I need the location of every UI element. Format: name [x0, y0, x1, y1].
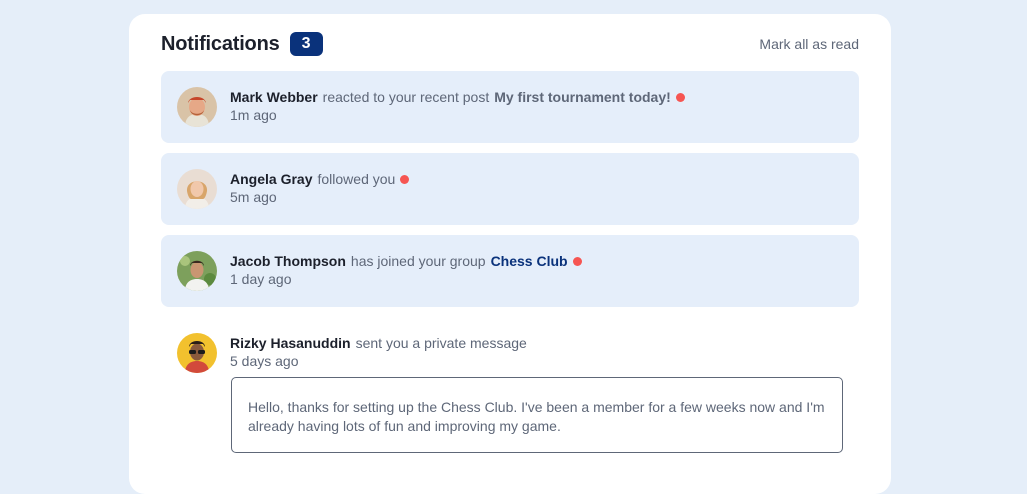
notification-item[interactable]: Jacob Thompson has joined your group Chess…: [161, 235, 859, 307]
post-link[interactable]: My first tournament today!: [494, 89, 671, 105]
unread-dot-icon: [400, 175, 410, 184]
private-message-box[interactable]: Hello, thanks for setting up the Chess C…: [231, 377, 843, 453]
mark-all-as-read-button[interactable]: Mark all as read: [759, 36, 859, 52]
notification-text: Angela Gray followed you 5m ago: [230, 170, 410, 206]
notification-item[interactable]: Angela Gray followed you 5m ago: [161, 153, 859, 225]
avatar[interactable]: [177, 251, 217, 291]
notification-action: reacted to your recent post: [322, 89, 490, 105]
notification-time: 1 day ago: [230, 271, 292, 287]
unread-dot-icon: [572, 257, 582, 266]
user-name-link[interactable]: Angela Gray: [230, 171, 312, 187]
notification-time: 5m ago: [230, 189, 277, 205]
notification-action: followed you: [317, 171, 396, 187]
avatar[interactable]: [177, 87, 217, 127]
title-wrap: Notifications 3: [161, 32, 323, 56]
notification-item[interactable]: Mark Webber reacted to your recent post My…: [161, 71, 859, 143]
user-name-link[interactable]: Mark Webber: [230, 89, 318, 105]
notifications-card: Notifications 3 Mark all as read Mark We…: [129, 14, 891, 494]
page-title: Notifications: [161, 32, 280, 55]
notification-item[interactable]: Rizky Hasanuddin sent you a private messa…: [161, 317, 859, 467]
avatar[interactable]: [177, 333, 217, 373]
unread-dot-icon: [675, 93, 685, 102]
notification-text: Mark Webber reacted to your recent post My…: [230, 88, 685, 124]
user-avatar-icon: [177, 251, 217, 291]
notification-action: sent you a private message: [355, 335, 527, 351]
avatar[interactable]: [177, 169, 217, 209]
group-link[interactable]: Chess Club: [491, 253, 568, 269]
notification-time: 1m ago: [230, 107, 277, 123]
user-avatar-icon: [177, 333, 217, 373]
user-name-link[interactable]: Jacob Thompson: [230, 253, 346, 269]
notification-time: 5 days ago: [230, 353, 299, 369]
unread-count-badge: 3: [289, 32, 323, 56]
notification-text: Jacob Thompson has joined your group Chess…: [230, 252, 582, 288]
notification-action: has joined your group: [350, 253, 486, 269]
user-avatar-icon: [177, 169, 217, 209]
user-name-link[interactable]: Rizky Hasanuddin: [230, 335, 351, 351]
notification-text: Rizky Hasanuddin sent you a private messa…: [230, 334, 532, 370]
user-avatar-icon: [177, 87, 217, 127]
notifications-header: Notifications 3 Mark all as read: [161, 31, 859, 57]
